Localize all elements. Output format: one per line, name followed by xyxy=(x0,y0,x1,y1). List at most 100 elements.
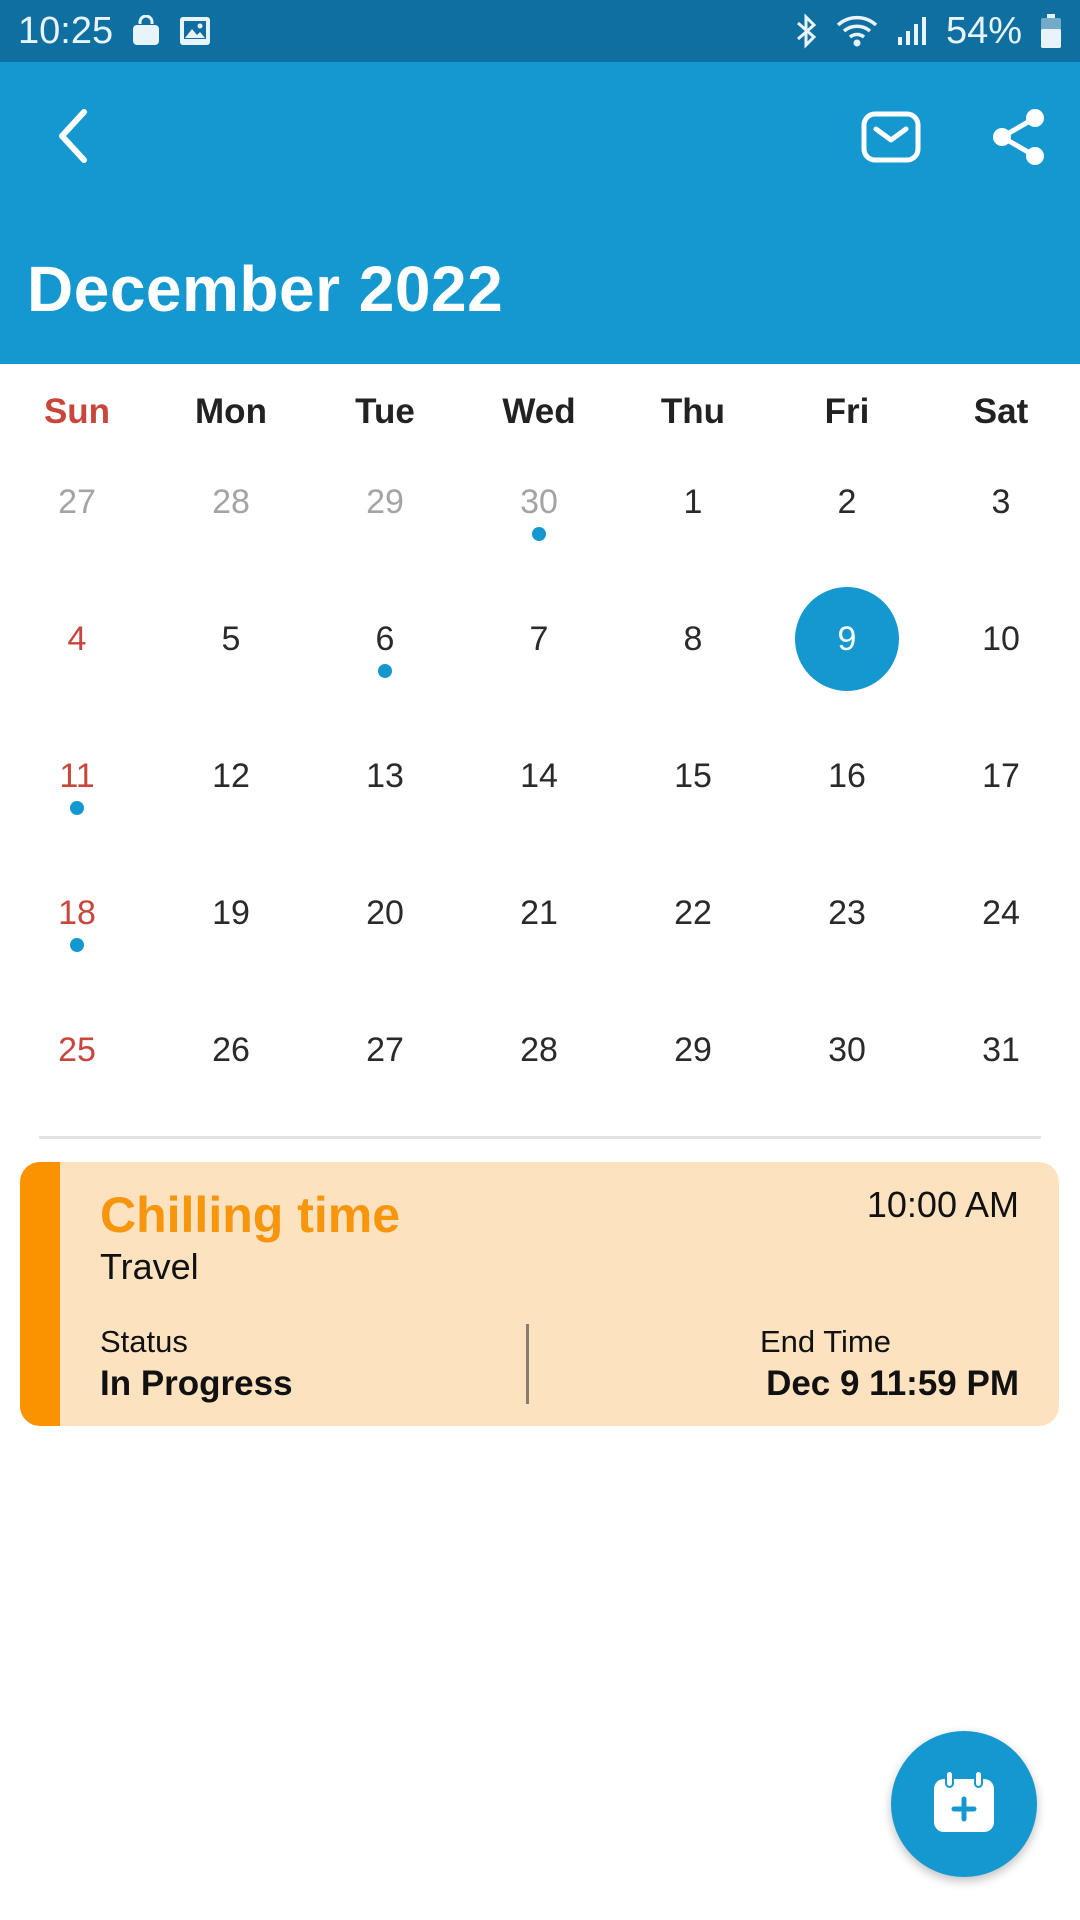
calendar-day[interactable]: 2 xyxy=(770,452,924,589)
day-number: 4 xyxy=(67,619,87,658)
day-number: 27 xyxy=(366,1030,404,1069)
divider xyxy=(39,1136,1041,1139)
back-icon xyxy=(54,108,94,169)
battery-icon xyxy=(1040,13,1062,49)
day-number: 3 xyxy=(991,482,1011,521)
calendar-day[interactable]: 30 xyxy=(462,452,616,589)
weekday-fri: Fri xyxy=(824,392,870,431)
status-label: Status xyxy=(100,1324,188,1359)
image-icon xyxy=(179,16,211,46)
calendar-day[interactable]: 9 xyxy=(770,587,924,726)
calendar-day[interactable]: 8 xyxy=(616,589,770,726)
day-number: 29 xyxy=(366,482,404,521)
calendar-day[interactable]: 6 xyxy=(308,589,462,726)
day-number: 21 xyxy=(520,893,558,932)
calendar-add-icon xyxy=(931,1769,997,1840)
signal-icon xyxy=(896,15,928,47)
calendar-day[interactable]: 17 xyxy=(924,726,1078,863)
mail-icon xyxy=(861,111,921,168)
weekday-sat: Sat xyxy=(973,392,1029,431)
calendar-day[interactable]: 25 xyxy=(0,1000,154,1137)
share-button[interactable] xyxy=(978,98,1060,180)
calendar-day[interactable]: 21 xyxy=(462,863,616,1000)
weekday-wed: Wed xyxy=(502,392,576,431)
day-number: 14 xyxy=(520,756,558,795)
weekday-mon: Mon xyxy=(195,392,267,431)
mail-button[interactable] xyxy=(850,98,932,180)
month-title: December 2022 xyxy=(27,253,504,325)
day-number: 31 xyxy=(982,1030,1020,1069)
day-number: 12 xyxy=(212,756,250,795)
day-number: 8 xyxy=(683,619,703,658)
day-number: 2 xyxy=(837,482,857,521)
status-time: 10:25 xyxy=(18,9,114,52)
calendar-day[interactable]: 12 xyxy=(154,726,308,863)
day-number: 16 xyxy=(828,756,866,795)
day-number: 5 xyxy=(221,619,241,658)
calendar-day[interactable]: 23 xyxy=(770,863,924,1000)
day-number: 13 xyxy=(366,756,404,795)
day-number: 7 xyxy=(529,619,549,658)
calendar-day[interactable]: 4 xyxy=(0,589,154,726)
calendar-day[interactable]: 29 xyxy=(308,452,462,589)
event-separator xyxy=(526,1324,529,1404)
calendar-day[interactable]: 11 xyxy=(0,726,154,863)
calendar-day[interactable]: 7 xyxy=(462,589,616,726)
weekday-sun: Sun xyxy=(43,392,111,431)
shopping-bag-icon xyxy=(131,15,161,47)
calendar-day[interactable]: 3 xyxy=(924,452,1078,589)
calendar-day[interactable]: 27 xyxy=(0,452,154,589)
app-header: December 2022 xyxy=(0,62,1080,364)
calendar-day[interactable]: 1 xyxy=(616,452,770,589)
calendar-day[interactable]: 28 xyxy=(154,452,308,589)
battery-percent: 54% xyxy=(945,9,1022,52)
event-card[interactable]: Chilling time 10:00 AM Travel Status In … xyxy=(20,1162,1059,1426)
calendar-day[interactable]: 5 xyxy=(154,589,308,726)
event-indicator-dot xyxy=(70,801,84,815)
event-indicator-dot xyxy=(70,938,84,952)
calendar-grid: 27 28 29 30 1 2 3 4 5 6 7 8 9 10 11 12 13 14 15 16 17 18 19 20 2… xyxy=(0,452,1080,1137)
wifi-icon xyxy=(836,14,878,48)
day-number: 26 xyxy=(212,1030,250,1069)
end-time-value: Dec 9 11:59 PM xyxy=(766,1364,1019,1403)
calendar-day[interactable]: 28 xyxy=(462,1000,616,1137)
day-number: 1 xyxy=(683,482,703,521)
weekday-tue: Tue xyxy=(355,392,415,431)
bluetooth-icon xyxy=(794,13,818,49)
calendar-day[interactable]: 26 xyxy=(154,1000,308,1137)
event-indicator-dot xyxy=(378,664,392,678)
weekday-thu: Thu xyxy=(660,392,726,431)
day-number: 15 xyxy=(674,756,712,795)
calendar-day[interactable]: 18 xyxy=(0,863,154,1000)
calendar-day[interactable]: 27 xyxy=(308,1000,462,1137)
event-category: Travel xyxy=(100,1246,199,1287)
status-bar: 10:25 54% xyxy=(0,0,1080,62)
day-number: 22 xyxy=(674,893,712,932)
event-title: Chilling time xyxy=(100,1187,400,1243)
day-number: 20 xyxy=(366,893,404,932)
calendar-day[interactable]: 29 xyxy=(616,1000,770,1137)
calendar-day[interactable]: 14 xyxy=(462,726,616,863)
status-bar-left: 10:25 xyxy=(18,10,211,53)
day-number: 28 xyxy=(212,482,250,521)
calendar-day[interactable]: 10 xyxy=(924,589,1078,726)
day-number: 23 xyxy=(828,893,866,932)
calendar-day[interactable]: 22 xyxy=(616,863,770,1000)
calendar-day[interactable]: 15 xyxy=(616,726,770,863)
calendar-day[interactable]: 31 xyxy=(924,1000,1078,1137)
calendar-day[interactable]: 13 xyxy=(308,726,462,863)
status-bar-right: 54% xyxy=(794,10,1062,53)
back-button[interactable] xyxy=(36,100,112,176)
day-number: 17 xyxy=(982,756,1020,795)
add-event-button[interactable] xyxy=(891,1731,1037,1877)
day-number: 19 xyxy=(212,893,250,932)
day-number: 24 xyxy=(982,893,1020,932)
calendar-day[interactable]: 30 xyxy=(770,1000,924,1137)
calendar-day[interactable]: 19 xyxy=(154,863,308,1000)
weekday-header-row: Sun Mon Tue Wed Thu Fri Sat xyxy=(0,382,1080,442)
calendar-day[interactable]: 16 xyxy=(770,726,924,863)
calendar-day[interactable]: 24 xyxy=(924,863,1078,1000)
calendar-day[interactable]: 20 xyxy=(308,863,462,1000)
day-number: 30 xyxy=(828,1030,866,1069)
event-time: 10:00 AM xyxy=(866,1184,1019,1225)
